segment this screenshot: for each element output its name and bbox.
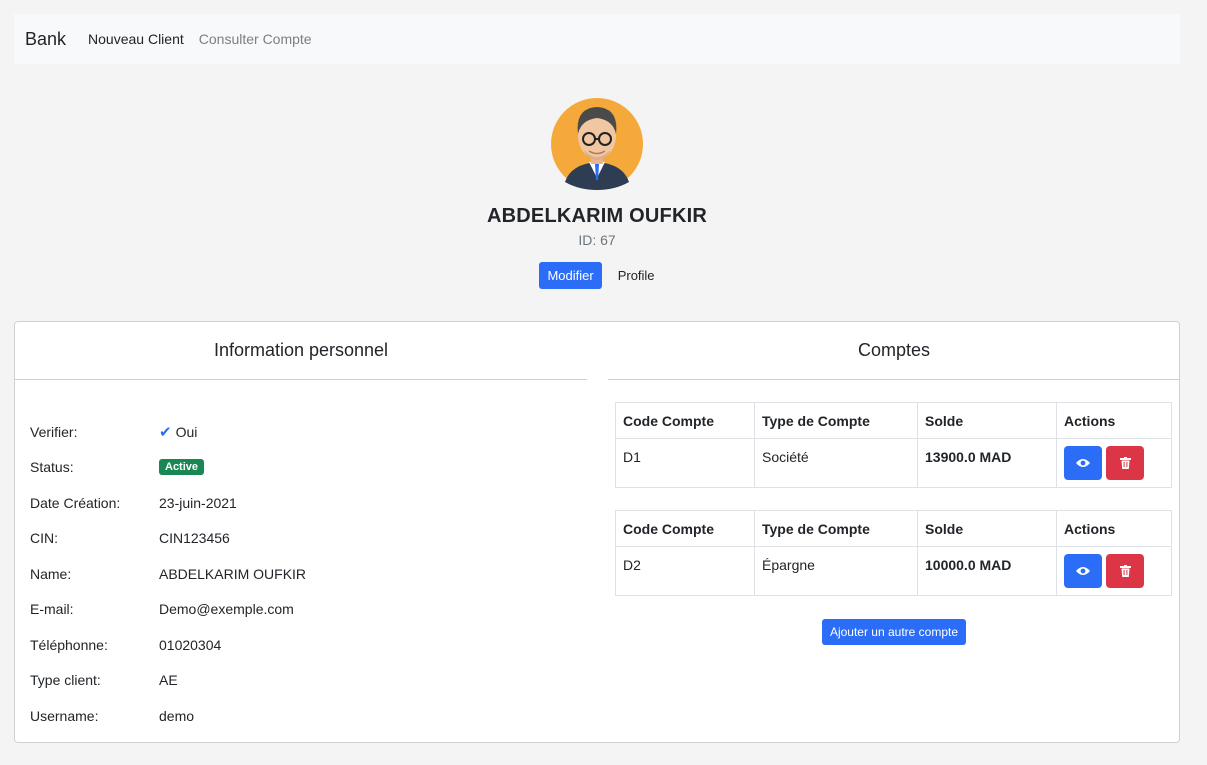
info-row-date: Date Création: 23-juin-2021 [30, 485, 587, 521]
info-row-name: Name: ABDELKARIM OUFKIR [30, 556, 587, 592]
info-label: Username: [30, 707, 99, 724]
status-badge: Active [159, 459, 205, 476]
column-header: Type de Compte [754, 402, 918, 439]
column-header: Type de Compte [754, 510, 918, 547]
profile-button[interactable]: Profile [618, 268, 655, 283]
account-code: D2 [615, 546, 755, 596]
info-value: CIN123456 [159, 530, 230, 547]
info-row-email: E-mail: Demo@exemple.com [30, 592, 587, 628]
account-code: D1 [615, 438, 755, 488]
client-card: Information personnel Verifier: ✔ Oui St… [14, 321, 1180, 743]
info-label: Type client: [30, 672, 101, 689]
personal-info-panel: Information personnel Verifier: ✔ Oui St… [15, 322, 587, 734]
info-label: Téléphonne: [30, 636, 108, 653]
info-row-type: Type client: AE [30, 663, 587, 699]
brand-link[interactable]: Bank [25, 29, 66, 50]
account-actions [1056, 438, 1172, 488]
eye-icon [1076, 459, 1090, 467]
check-icon: ✔ [159, 423, 172, 441]
trash-icon [1119, 565, 1131, 577]
profile-header: ABDELKARIM OUFKIR ID: 67 Modifier Profil… [0, 98, 1194, 289]
column-header: Code Compte [615, 510, 755, 547]
trash-icon [1119, 457, 1131, 469]
account-type: Société [754, 438, 918, 488]
account-table: Code Compte Type de Compte Solde Actions… [615, 510, 1172, 596]
nav-nouveau-client[interactable]: Nouveau Client [88, 31, 184, 47]
info-value: AE [159, 672, 178, 689]
column-header: Actions [1056, 510, 1172, 547]
info-value: Demo@exemple.com [159, 601, 294, 618]
info-label: Status: [30, 459, 74, 476]
info-label: Date Création: [30, 494, 121, 511]
info-label: CIN: [30, 530, 58, 547]
delete-account-button[interactable] [1106, 554, 1144, 588]
account-type: Épargne [754, 546, 918, 596]
table-row: D1 Société 13900.0 MAD [615, 438, 1172, 488]
column-header: Solde [917, 402, 1057, 439]
info-value: 23-juin-2021 [159, 494, 237, 511]
info-row-username: Username: demo [30, 698, 587, 734]
info-row-phone: Téléphonne: 01020304 [30, 627, 587, 663]
view-account-button[interactable] [1064, 554, 1102, 588]
info-value: demo [159, 707, 195, 724]
avatar [551, 98, 643, 190]
column-header: Actions [1056, 402, 1172, 439]
table-row: D2 Épargne 10000.0 MAD [615, 546, 1172, 596]
account-table: Code Compte Type de Compte Solde Actions… [615, 402, 1172, 488]
info-row-status: Status: Active [30, 450, 587, 486]
client-name: ABDELKARIM OUFKIR [486, 205, 708, 227]
delete-account-button[interactable] [1106, 446, 1144, 480]
column-header: Solde [917, 510, 1057, 547]
account-balance: 13900.0 MAD [917, 438, 1057, 488]
info-value: 01020304 [159, 636, 222, 653]
accounts-title: Comptes [608, 322, 1180, 380]
account-balance: 10000.0 MAD [917, 546, 1057, 596]
view-account-button[interactable] [1064, 446, 1102, 480]
eye-icon [1076, 567, 1090, 575]
nav-consulter-compte[interactable]: Consulter Compte [199, 31, 312, 47]
add-account-button[interactable]: Ajouter un autre compte [821, 619, 967, 645]
info-row-verified: Verifier: ✔ Oui [30, 414, 587, 450]
account-actions [1056, 546, 1172, 596]
modifier-button[interactable]: Modifier [539, 262, 602, 289]
client-id: ID: 67 [578, 232, 616, 248]
navbar: Bank Nouveau Client Consulter Compte [14, 14, 1180, 64]
accounts-panel: Comptes Code Compte Type de Compte Solde… [608, 322, 1180, 645]
column-header: Code Compte [615, 402, 755, 439]
info-value: Oui [175, 423, 198, 440]
info-label: Verifier: [30, 423, 78, 440]
info-value: ABDELKARIM OUFKIR [159, 565, 307, 582]
info-label: E-mail: [30, 601, 74, 618]
personal-info-title: Information personnel [15, 322, 587, 380]
info-label: Name: [30, 565, 72, 582]
info-row-cin: CIN: CIN123456 [30, 521, 587, 557]
